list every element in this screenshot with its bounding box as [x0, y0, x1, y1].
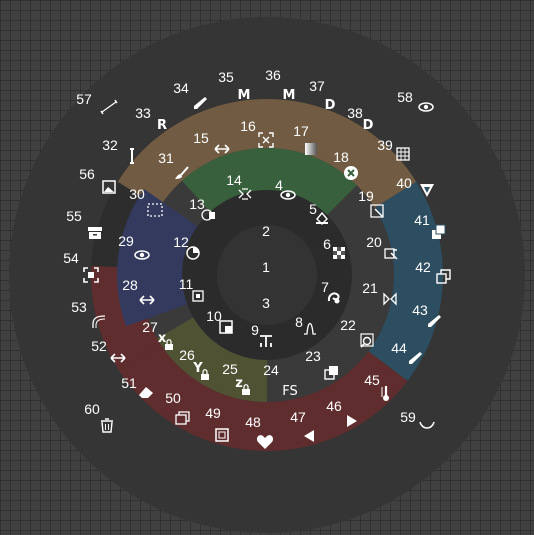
slot-number: 42	[415, 259, 431, 275]
slot-number: 30	[129, 186, 145, 202]
slot-number: 40	[396, 175, 412, 191]
slot-number: 60	[84, 401, 100, 417]
center-slot-2[interactable]: 2	[262, 223, 270, 239]
slot-number: 54	[63, 250, 79, 266]
center-slot-1[interactable]: 1	[262, 259, 270, 275]
glyph-d-icon[interactable]: D	[325, 98, 336, 113]
slot-number: 29	[118, 233, 134, 249]
slot-number: 48	[245, 414, 261, 430]
slot-number: 14	[226, 172, 242, 188]
inner-discs	[182, 190, 352, 360]
slot-number: 18	[333, 149, 349, 165]
slot-number: 23	[305, 348, 321, 364]
slot-number: 27	[142, 319, 158, 335]
slot-24[interactable]: 24	[263, 362, 279, 378]
archive-icon[interactable]	[88, 227, 102, 239]
svg-text:D: D	[363, 118, 374, 133]
slot-number: 44	[391, 340, 407, 356]
slot-number: 35	[218, 69, 234, 85]
slot-number: 19	[358, 188, 374, 204]
slot-number: 56	[79, 166, 95, 182]
slot-number: 36	[265, 67, 281, 83]
slot-number: 55	[66, 208, 82, 224]
slot-number: 34	[173, 80, 189, 96]
slot-number: 32	[102, 137, 118, 153]
slot-number: 22	[340, 317, 356, 333]
slot-number: 6	[323, 236, 331, 252]
close-circle-icon[interactable]	[344, 166, 358, 180]
gradient-icon[interactable]	[305, 143, 317, 155]
slot-number: 17	[293, 123, 309, 139]
slot-number: 28	[122, 277, 138, 293]
svg-text:x: x	[158, 331, 167, 346]
slot-number: 25	[222, 361, 238, 377]
svg-text:M: M	[238, 88, 251, 103]
svg-text:z: z	[235, 376, 243, 391]
slot-number: 11	[179, 276, 194, 292]
slot-number: 37	[309, 78, 325, 94]
svg-text:M: M	[283, 88, 296, 103]
slot-number: 50	[165, 390, 181, 406]
glyph-m-icon[interactable]: M	[238, 88, 251, 103]
slot-number: 8	[295, 314, 303, 330]
slot-number: 7	[321, 279, 329, 295]
slot-number: 38	[347, 105, 363, 121]
slot-number: 52	[91, 338, 107, 354]
slot-number: 39	[377, 137, 393, 153]
slot-number: 53	[71, 299, 87, 315]
center-slot-3[interactable]: 3	[262, 295, 270, 311]
slot-number: 16	[240, 118, 256, 134]
slot-number: 41	[414, 212, 430, 228]
slot-number: 58	[397, 89, 413, 105]
slot-number: 49	[205, 405, 221, 421]
slot-number: 57	[76, 91, 92, 107]
slot-number: 12	[173, 234, 189, 250]
slot-number: 24	[263, 362, 279, 378]
slot-number: 9	[251, 322, 259, 338]
slot-number: 33	[135, 105, 151, 121]
slot-number: 21	[362, 280, 378, 296]
radial-menu: 123FS45678910111213141516 171819202122232…	[9, 17, 525, 533]
svg-text:R: R	[157, 118, 167, 133]
slot-number: 5	[309, 201, 317, 217]
glyph-r-icon[interactable]: R	[157, 118, 167, 133]
svg-text:D: D	[325, 98, 336, 113]
slot-number: 15	[193, 130, 209, 146]
glyph-m-icon[interactable]: M	[283, 88, 296, 103]
slot-number: 20	[366, 234, 382, 250]
slot-number: 45	[364, 372, 380, 388]
svg-text:Y: Y	[192, 361, 203, 376]
slot-number: 4	[275, 177, 283, 193]
slot-number: 46	[326, 398, 342, 414]
slot-number: 59	[400, 409, 416, 425]
glyph-d-icon[interactable]: D	[363, 118, 374, 133]
slot-number: 51	[121, 375, 137, 391]
slot-number: 43	[412, 302, 428, 318]
slot-number: 47	[290, 409, 306, 425]
center-slot-fs[interactable]: FS	[282, 384, 298, 399]
slot-number: 13	[189, 196, 205, 212]
checker-icon[interactable]	[333, 247, 345, 259]
slot-number: 31	[158, 150, 174, 166]
